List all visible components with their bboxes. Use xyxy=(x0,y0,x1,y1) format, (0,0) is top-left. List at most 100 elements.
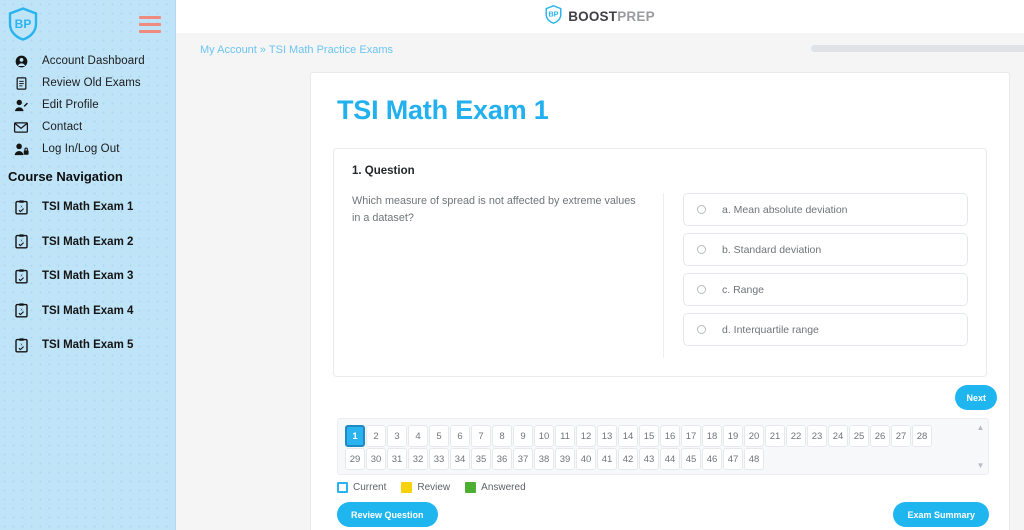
sidebar-item-tsi-math-exam-2[interactable]: x TSI Math Exam 2 xyxy=(0,225,175,260)
sidebar-exam-label: TSI Math Exam 1 xyxy=(42,201,134,214)
sidebar-item-tsi-math-exam-5[interactable]: x TSI Math Exam 5 xyxy=(0,328,175,363)
sidebar-item-tsi-math-exam-4[interactable]: x TSI Math Exam 4 xyxy=(0,294,175,329)
question-number-18[interactable]: 18 xyxy=(702,425,722,447)
main-content: BP BOOSTPREP My Account » TSI Math Pract… xyxy=(176,0,1024,530)
sidebar-item-login-logout[interactable]: Log In/Log Out xyxy=(0,138,175,160)
question-number-26[interactable]: 26 xyxy=(870,425,890,447)
breadcrumb[interactable]: My Account » TSI Math Practice Exams xyxy=(200,44,393,56)
question-number-39[interactable]: 39 xyxy=(555,448,575,470)
answer-option-d[interactable]: d. Interquartile range xyxy=(683,313,968,346)
question-number-2[interactable]: 2 xyxy=(366,425,386,447)
legend-swatch-current xyxy=(337,482,348,493)
sidebar-header: BP xyxy=(0,0,175,48)
sidebar-account-menu: Account Dashboard Review Old Exams Edit … xyxy=(0,50,175,160)
question-number-15[interactable]: 15 xyxy=(639,425,659,447)
question-number-43[interactable]: 43 xyxy=(639,448,659,470)
answer-option-b[interactable]: b. Standard deviation xyxy=(683,233,968,266)
question-number-19[interactable]: 19 xyxy=(723,425,743,447)
sidebar-item-edit-profile[interactable]: Edit Profile xyxy=(0,94,175,116)
hamburger-menu-icon[interactable] xyxy=(139,15,161,33)
exam-summary-button[interactable]: Exam Summary xyxy=(893,502,989,527)
question-number-8[interactable]: 8 xyxy=(492,425,512,447)
sidebar-exam-label: TSI Math Exam 5 xyxy=(42,339,134,352)
radio-button-icon[interactable] xyxy=(697,205,706,214)
question-number-14[interactable]: 14 xyxy=(618,425,638,447)
question-number-1[interactable]: 1 xyxy=(345,425,365,447)
question-number-44[interactable]: 44 xyxy=(660,448,680,470)
sidebar-item-label: Log In/Log Out xyxy=(42,143,120,155)
sidebar-exam-list: x TSI Math Exam 1 x TSI Math Exam 2 x TS… xyxy=(0,190,175,363)
course-navigation-heading: Course Navigation xyxy=(8,169,123,184)
question-number-10[interactable]: 10 xyxy=(534,425,554,447)
sidebar-item-tsi-math-exam-3[interactable]: x TSI Math Exam 3 xyxy=(0,259,175,294)
radio-button-icon[interactable] xyxy=(697,285,706,294)
site-logo[interactable]: BP BOOSTPREP xyxy=(545,4,655,29)
question-number-3[interactable]: 3 xyxy=(387,425,407,447)
scroll-up-arrow-icon[interactable]: ▲ xyxy=(977,424,985,432)
user-edit-icon xyxy=(10,99,32,112)
question-number-40[interactable]: 40 xyxy=(576,448,596,470)
question-number-36[interactable]: 36 xyxy=(492,448,512,470)
breadcrumb-bar: My Account » TSI Math Practice Exams xyxy=(176,33,1024,72)
question-number-46[interactable]: 46 xyxy=(702,448,722,470)
question-number-7[interactable]: 7 xyxy=(471,425,491,447)
logo-secondary-text: PREP xyxy=(617,9,655,24)
sidebar-item-contact[interactable]: Contact xyxy=(0,116,175,138)
question-number-28[interactable]: 28 xyxy=(912,425,932,447)
question-number-12[interactable]: 12 xyxy=(576,425,596,447)
legend-label-review: Review xyxy=(417,482,451,493)
app-root: BP Account Dashboard Review Old Exams Ed… xyxy=(0,0,1024,530)
question-number-5[interactable]: 5 xyxy=(429,425,449,447)
question-number-33[interactable]: 33 xyxy=(429,448,449,470)
review-question-button[interactable]: Review Question xyxy=(337,502,438,527)
question-number-4[interactable]: 4 xyxy=(408,425,428,447)
sidebar-exam-label: TSI Math Exam 3 xyxy=(42,270,134,283)
question-number-23[interactable]: 23 xyxy=(807,425,827,447)
exam-clipboard-icon: x xyxy=(10,200,32,215)
question-number-32[interactable]: 32 xyxy=(408,448,428,470)
question-number-label: 1. Question xyxy=(352,165,415,177)
question-number-24[interactable]: 24 xyxy=(828,425,848,447)
question-number-35[interactable]: 35 xyxy=(471,448,491,470)
next-button[interactable]: Next xyxy=(955,385,997,410)
svg-text:BP: BP xyxy=(15,17,32,31)
question-number-45[interactable]: 45 xyxy=(681,448,701,470)
sidebar-item-account-dashboard[interactable]: Account Dashboard xyxy=(0,50,175,72)
question-number-42[interactable]: 42 xyxy=(618,448,638,470)
question-number-47[interactable]: 47 xyxy=(723,448,743,470)
site-logo-text: BOOSTPREP xyxy=(568,9,655,24)
sidebar-item-review-old-exams[interactable]: Review Old Exams xyxy=(0,72,175,94)
question-number-41[interactable]: 41 xyxy=(597,448,617,470)
question-number-29[interactable]: 29 xyxy=(345,448,365,470)
question-number-11[interactable]: 11 xyxy=(555,425,575,447)
horizontal-scrollbar[interactable] xyxy=(811,45,1024,52)
question-number-38[interactable]: 38 xyxy=(534,448,554,470)
radio-button-icon[interactable] xyxy=(697,245,706,254)
logo-primary-text: BOOST xyxy=(568,9,618,24)
question-number-48[interactable]: 48 xyxy=(744,448,764,470)
question-number-6[interactable]: 6 xyxy=(450,425,470,447)
answer-option-a[interactable]: a. Mean absolute deviation xyxy=(683,193,968,226)
question-number-31[interactable]: 31 xyxy=(387,448,407,470)
question-navigator-scrollbar[interactable]: ▲ ▼ xyxy=(977,424,985,470)
question-number-16[interactable]: 16 xyxy=(660,425,680,447)
question-number-grid: 1 2 3 4 5 6 7 8 9 10 11 12 13 14 15 16 17 18 19 20 21 22 23 24 2… xyxy=(345,425,945,470)
question-number-30[interactable]: 30 xyxy=(366,448,386,470)
question-number-25[interactable]: 25 xyxy=(849,425,869,447)
answer-option-c[interactable]: c. Range xyxy=(683,273,968,306)
sidebar-item-tsi-math-exam-1[interactable]: x TSI Math Exam 1 xyxy=(0,190,175,225)
question-number-9[interactable]: 9 xyxy=(513,425,533,447)
svg-text:x: x xyxy=(20,341,22,346)
question-number-37[interactable]: 37 xyxy=(513,448,533,470)
scroll-down-arrow-icon[interactable]: ▼ xyxy=(977,462,985,470)
sidebar-exam-label: TSI Math Exam 4 xyxy=(42,304,134,317)
radio-button-icon[interactable] xyxy=(697,325,706,334)
question-number-21[interactable]: 21 xyxy=(765,425,785,447)
question-number-27[interactable]: 27 xyxy=(891,425,911,447)
question-number-22[interactable]: 22 xyxy=(786,425,806,447)
question-number-17[interactable]: 17 xyxy=(681,425,701,447)
question-number-34[interactable]: 34 xyxy=(450,448,470,470)
question-number-20[interactable]: 20 xyxy=(744,425,764,447)
question-number-13[interactable]: 13 xyxy=(597,425,617,447)
svg-text:x: x xyxy=(20,272,22,277)
